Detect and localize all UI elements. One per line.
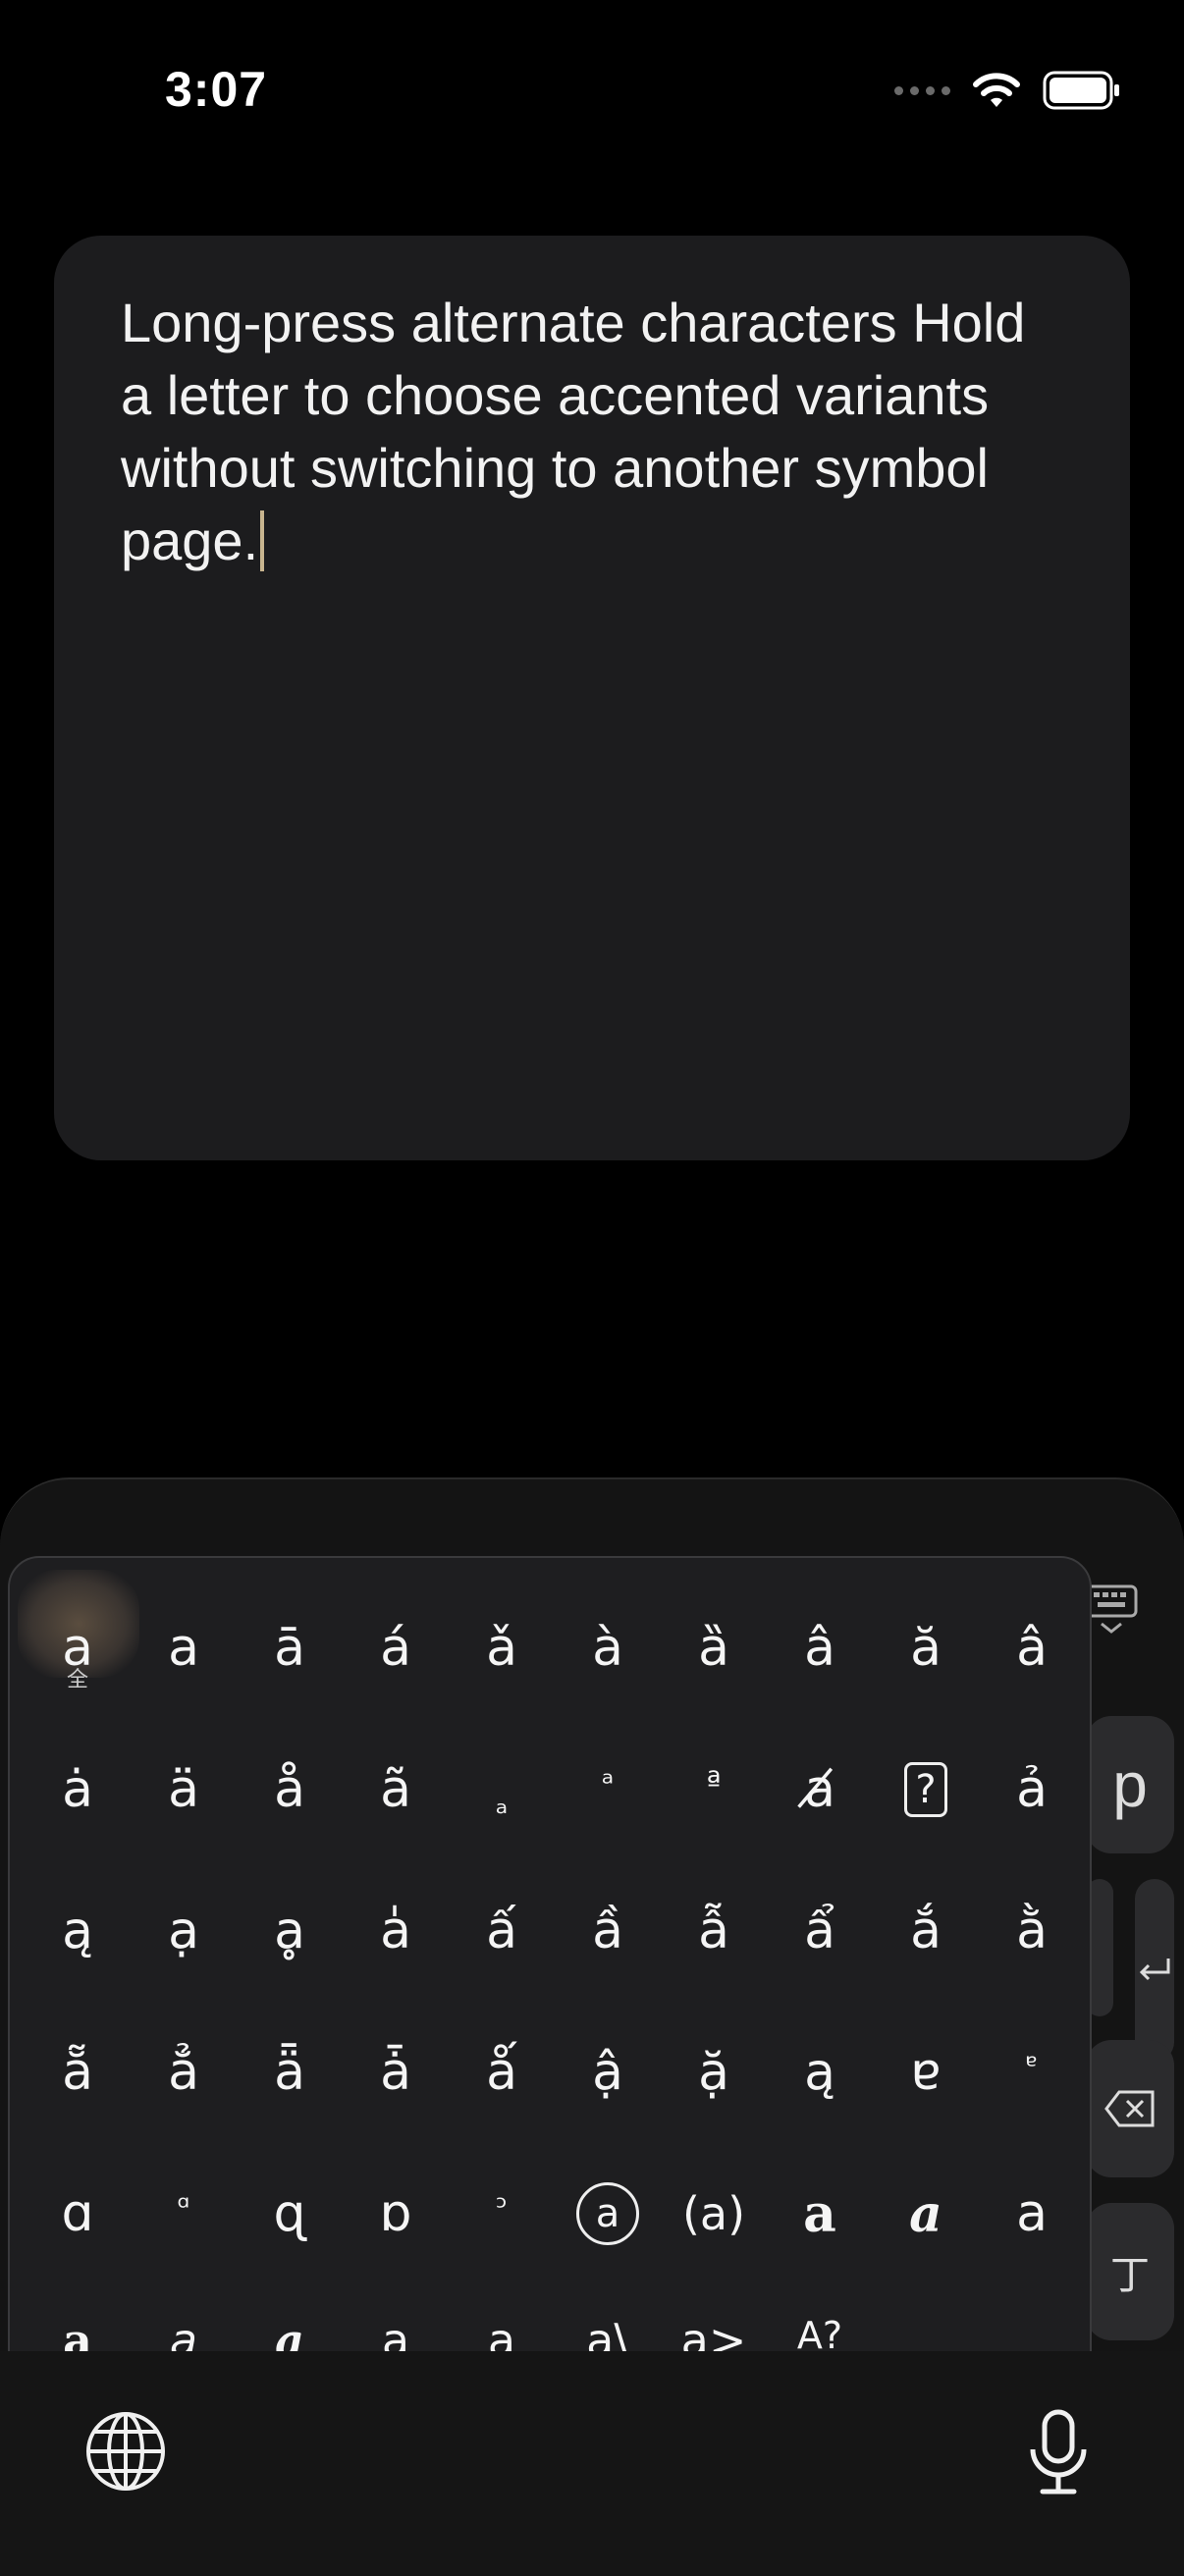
alt-char[interactable]: a — [131, 1578, 237, 1719]
alt-char[interactable]: ẩ — [767, 1860, 873, 2002]
alt-char[interactable]: a — [979, 2143, 1085, 2284]
alt-char[interactable] — [873, 2284, 979, 2353]
alt-char[interactable]: ẳ — [131, 2002, 237, 2143]
alt-char[interactable]: ᵃ — [555, 1719, 661, 1860]
alt-char-parenthesized[interactable]: (a) — [661, 2143, 767, 2284]
alt-char[interactable]: ą — [25, 1860, 131, 2002]
alt-char[interactable]: ẵ — [25, 2002, 131, 2143]
alt-char-unknown[interactable]: ? — [873, 1719, 979, 1860]
key-p[interactable]: p — [1086, 1716, 1174, 1853]
key-cjk[interactable]: 丁 — [1086, 2203, 1174, 2340]
alt-char[interactable]: ã — [343, 1719, 449, 1860]
alt-char[interactable]: a — [343, 2284, 449, 2353]
alt-char-bold-italic[interactable]: a — [873, 2143, 979, 2284]
alt-char[interactable]: ẫ — [661, 1860, 767, 2002]
text-caret — [260, 510, 265, 571]
alt-char[interactable]: a — [449, 2284, 555, 2353]
alt-char[interactable]: ᵓ — [449, 2143, 555, 2284]
signal-dots-icon — [894, 85, 950, 95]
alt-char[interactable]: ậ — [555, 2002, 661, 2143]
alternate-characters-popup: a全 a ā á ǎ à ȁ â ă â ȧ ä å ã ₐ ᵃ ª a̸ ? … — [8, 1556, 1092, 2355]
alt-char[interactable]: å — [237, 1719, 343, 1860]
keyboard-dismiss-icon[interactable] — [1084, 1583, 1139, 1641]
alt-char[interactable]: ɑ — [25, 2143, 131, 2284]
alt-char[interactable]: ȁ — [661, 1578, 767, 1719]
key-cjk-label: 丁 — [1110, 2253, 1150, 2298]
alt-char[interactable]: ᵅ — [131, 2143, 237, 2284]
alt-char[interactable]: ầ — [555, 1860, 661, 2002]
alt-char[interactable]: ɐ — [873, 2002, 979, 2143]
status-icons — [894, 71, 1121, 110]
alt-char[interactable]: ặ — [661, 2002, 767, 2143]
alt-char-circled[interactable]: a — [555, 2143, 661, 2284]
alt-char[interactable]: a全 — [25, 1578, 131, 1719]
text-area[interactable]: Long-press alternate characters Hold a l… — [54, 236, 1130, 1160]
alt-char[interactable]: a̍ — [343, 1860, 449, 2002]
alt-char[interactable]: ấ — [449, 1860, 555, 2002]
alt-char[interactable]: ắ — [873, 1860, 979, 2002]
alternate-characters-grid: a全 a ā á ǎ à ȁ â ă â ȧ ä å ã ₐ ᵃ ª a̸ ? … — [25, 1578, 1085, 2353]
alt-char[interactable]: a\ — [555, 2284, 661, 2353]
status-time: 3:07 — [165, 62, 268, 117]
alt-char-bold[interactable]: a — [767, 2143, 873, 2284]
wifi-icon — [973, 73, 1020, 107]
alt-char[interactable]: à — [555, 1578, 661, 1719]
alt-char[interactable]: ɒ — [343, 2143, 449, 2284]
alt-char[interactable]: á — [343, 1578, 449, 1719]
alt-char[interactable]: â — [767, 1578, 873, 1719]
alt-char[interactable]: ă — [873, 1578, 979, 1719]
return-icon — [1139, 1959, 1170, 1981]
delete-key[interactable] — [1086, 2040, 1174, 2177]
alt-char[interactable] — [979, 2284, 1085, 2353]
return-key[interactable] — [1135, 1879, 1174, 2062]
alt-char[interactable]: ₐ — [449, 1719, 555, 1860]
key-p-label: p — [1112, 1749, 1148, 1820]
alt-char[interactable]: a̸ — [767, 1719, 873, 1860]
alt-char[interactable]: ǡ — [343, 2002, 449, 2143]
microphone-icon[interactable] — [1027, 2408, 1090, 2496]
alt-char[interactable]: ḁ — [237, 1860, 343, 2002]
alt-char-sub: 全 — [66, 1668, 89, 1692]
alt-char[interactable]: a> — [661, 2284, 767, 2353]
alt-char[interactable]: ả — [979, 1719, 1085, 1860]
alt-char[interactable]: ä — [131, 1719, 237, 1860]
alt-char[interactable]: ằ — [979, 1860, 1085, 2002]
alt-char[interactable]: a — [237, 2284, 343, 2353]
alt-char[interactable]: a — [25, 2284, 131, 2353]
alt-char[interactable]: ª — [661, 1719, 767, 1860]
alt-char[interactable]: ą — [767, 2002, 873, 2143]
delete-icon — [1104, 2090, 1155, 2127]
alt-char[interactable]: ạ — [131, 1860, 237, 2002]
note-text: Long-press alternate characters Hold a l… — [121, 292, 1026, 571]
globe-icon[interactable] — [84, 2410, 167, 2493]
alt-char[interactable]: â — [979, 1578, 1085, 1719]
alt-char[interactable]: a — [131, 2284, 237, 2353]
alt-char[interactable]: ᵄ — [979, 2002, 1085, 2143]
alt-char[interactable]: ǟ — [237, 2002, 343, 2143]
battery-icon — [1043, 71, 1119, 110]
alt-char[interactable]: ȧ — [25, 1719, 131, 1860]
alt-char[interactable]: A? — [767, 2284, 873, 2353]
alt-char[interactable]: ǎ — [449, 1578, 555, 1719]
alt-char[interactable]: ɋ — [237, 2143, 343, 2284]
keyboard-bottom-bar — [0, 2351, 1184, 2574]
alt-char[interactable]: ā — [237, 1578, 343, 1719]
alt-char[interactable]: ǻ — [449, 2002, 555, 2143]
